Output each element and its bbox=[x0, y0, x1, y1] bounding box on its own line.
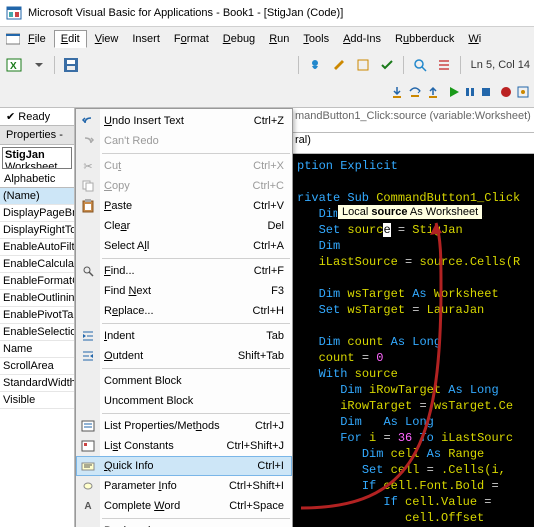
property-row[interactable]: EnableOutlining bbox=[0, 290, 74, 307]
menu-addins[interactable]: Add-Ins bbox=[337, 31, 387, 47]
properties-grid: (Name) DisplayPageBreaks DisplayRightToL… bbox=[0, 188, 74, 527]
step-into-icon[interactable] bbox=[390, 85, 404, 102]
stop-icon[interactable] bbox=[480, 86, 492, 101]
code-editor[interactable]: mandButton1_Click:source (variable:Works… bbox=[291, 108, 534, 527]
right-pane: Undo Insert TextCtrl+Z Can't Redo ✂ CutC… bbox=[75, 108, 534, 527]
menu-list-constants[interactable]: List ConstantsCtrl+Shift+J bbox=[76, 436, 292, 456]
menu-complete-word[interactable]: A Complete WordCtrl+Space bbox=[76, 496, 292, 516]
menu-list-properties[interactable]: List Properties/MethodsCtrl+J bbox=[76, 416, 292, 436]
menu-outdent[interactable]: OutdentShift+Tab bbox=[76, 346, 292, 366]
excel-icon[interactable]: X bbox=[4, 55, 24, 75]
property-row[interactable]: (Name) bbox=[0, 188, 74, 205]
menu-clear[interactable]: ClearDel bbox=[76, 216, 292, 236]
property-row[interactable]: EnablePivotTable bbox=[0, 307, 74, 324]
save-icon[interactable] bbox=[61, 55, 81, 75]
run-icon[interactable] bbox=[448, 86, 460, 101]
menu-window[interactable]: Wi bbox=[462, 31, 487, 47]
property-row[interactable]: EnableSelection bbox=[0, 324, 74, 341]
menu-uncomment-block[interactable]: Uncomment Block bbox=[76, 391, 292, 411]
property-row[interactable]: StandardWidth bbox=[0, 375, 74, 392]
system-menu-icon[interactable] bbox=[6, 32, 20, 46]
rubberduck-indent-icon[interactable] bbox=[434, 55, 454, 75]
copy-icon bbox=[80, 178, 96, 194]
toolbar-main: X Ln 5, Col 14 bbox=[0, 51, 534, 79]
menu-edit[interactable]: Edit bbox=[54, 30, 87, 48]
menu-find-next[interactable]: Find NextF3 bbox=[76, 281, 292, 301]
toolbar-debug bbox=[0, 79, 534, 108]
code-procedure-dropdown[interactable]: ral) bbox=[291, 133, 534, 154]
find-icon bbox=[80, 263, 96, 279]
menu-select-all[interactable]: Select AllCtrl+A bbox=[76, 236, 292, 256]
property-row[interactable]: EnableFormatConditionsCalculation bbox=[0, 273, 74, 290]
menu-bookmarks[interactable]: Bookmarks▶ bbox=[76, 521, 292, 527]
property-row[interactable]: Visible bbox=[0, 392, 74, 409]
titlebar: Microsoft Visual Basic for Applications … bbox=[0, 0, 534, 27]
svg-text:X: X bbox=[10, 61, 17, 72]
menu-paste[interactable]: PasteCtrl+V bbox=[76, 196, 292, 216]
property-row[interactable]: EnableCalculation bbox=[0, 256, 74, 273]
quick-info-icon bbox=[80, 458, 96, 474]
property-row[interactable]: EnableAutoFilter bbox=[0, 239, 74, 256]
parameter-info-icon bbox=[80, 478, 96, 494]
indent-icon bbox=[80, 328, 96, 344]
rubberduck-check-icon[interactable] bbox=[377, 55, 397, 75]
rubberduck-refresh-icon[interactable] bbox=[305, 55, 325, 75]
paste-icon bbox=[80, 198, 96, 214]
menu-quick-info[interactable]: Quick InfoCtrl+I bbox=[76, 456, 292, 476]
complete-word-icon: A bbox=[80, 498, 96, 514]
menu-run[interactable]: Run bbox=[263, 31, 295, 47]
menubar: File Edit View Insert Format Debug Run T… bbox=[0, 27, 534, 51]
step-over-icon[interactable] bbox=[408, 85, 422, 102]
properties-header: Properties - bbox=[0, 125, 74, 145]
menu-insert[interactable]: Insert bbox=[126, 31, 166, 47]
ready-indicator: ✔ Ready bbox=[0, 108, 74, 125]
bookmark-nav-icon[interactable] bbox=[516, 85, 530, 102]
rubberduck-tools-icon[interactable] bbox=[329, 55, 349, 75]
menu-parameter-info[interactable]: Parameter InfoCtrl+Shift+I bbox=[76, 476, 292, 496]
list-constants-icon bbox=[80, 438, 96, 454]
cursor-position: Ln 5, Col 14 bbox=[471, 59, 530, 71]
menu-view[interactable]: View bbox=[89, 31, 125, 47]
menu-cut: ✂ CutCtrl+X bbox=[76, 156, 292, 176]
menu-redo: Can't Redo bbox=[76, 131, 292, 151]
rubberduck-search-icon[interactable] bbox=[410, 55, 430, 75]
menu-rubberduck[interactable]: Rubberduck bbox=[389, 31, 460, 47]
breakpoint-icon[interactable] bbox=[500, 86, 512, 101]
list-properties-icon bbox=[80, 418, 96, 434]
menu-debug[interactable]: Debug bbox=[217, 31, 261, 47]
properties-object-combo[interactable]: StigJan Worksheet bbox=[2, 147, 72, 169]
property-row[interactable]: DisplayPageBreaks bbox=[0, 205, 74, 222]
menu-replace[interactable]: Replace...Ctrl+H bbox=[76, 301, 292, 321]
menu-find[interactable]: Find...Ctrl+F bbox=[76, 261, 292, 281]
pause-icon[interactable] bbox=[464, 86, 476, 101]
menu-format[interactable]: Format bbox=[168, 31, 215, 47]
menu-undo[interactable]: Undo Insert TextCtrl+Z bbox=[76, 111, 292, 131]
cut-icon: ✂ bbox=[80, 158, 96, 174]
redo-icon bbox=[80, 133, 96, 149]
properties-tab-alphabetic[interactable]: Alphabetic bbox=[0, 171, 74, 188]
toolbar-dropdown-icon[interactable] bbox=[28, 55, 48, 75]
menu-comment-block[interactable]: Comment Block bbox=[76, 371, 292, 391]
menu-copy: CopyCtrl+C bbox=[76, 176, 292, 196]
edit-menu-dropdown: Undo Insert TextCtrl+Z Can't Redo ✂ CutC… bbox=[75, 108, 293, 527]
step-out-icon[interactable] bbox=[426, 85, 440, 102]
menu-tools[interactable]: Tools bbox=[297, 31, 335, 47]
code-object-dropdown[interactable]: mandButton1_Click:source (variable:Works… bbox=[291, 108, 534, 133]
undo-icon bbox=[80, 113, 96, 129]
menu-file[interactable]: File bbox=[22, 31, 52, 47]
outdent-icon bbox=[80, 348, 96, 364]
title-text: Microsoft Visual Basic for Applications … bbox=[28, 7, 343, 19]
menu-indent[interactable]: IndentTab bbox=[76, 326, 292, 346]
property-row[interactable]: Name bbox=[0, 341, 74, 358]
vba-app-icon bbox=[6, 5, 22, 21]
quick-info-tooltip: Local source As Worksheet bbox=[337, 204, 483, 220]
property-row[interactable]: ScrollArea bbox=[0, 358, 74, 375]
rubberduck-settings-icon[interactable] bbox=[353, 55, 373, 75]
property-row[interactable]: DisplayRightToLeft bbox=[0, 222, 74, 239]
left-column: ✔ Ready Properties - StigJan Worksheet A… bbox=[0, 108, 75, 527]
